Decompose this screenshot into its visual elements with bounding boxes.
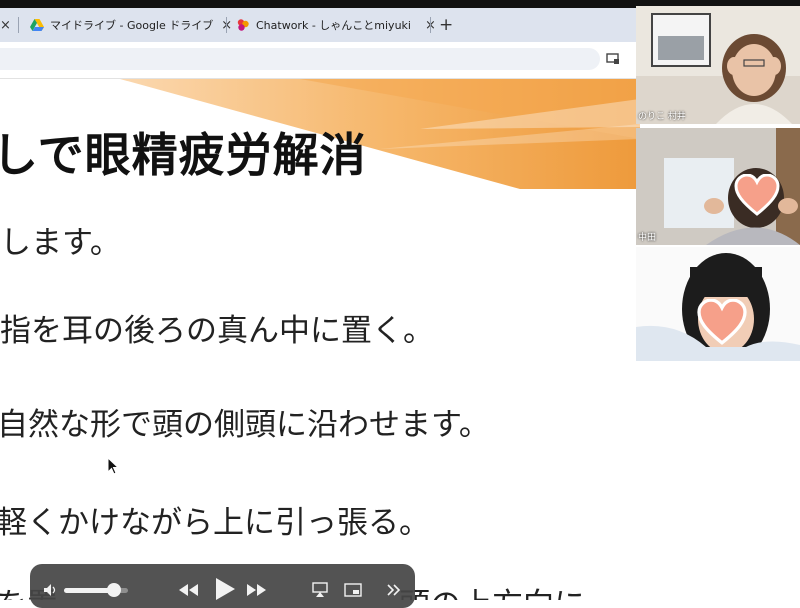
play-icon[interactable]: [214, 577, 236, 601]
browser-tab-bar: × マイドライブ - Google ドライブ × Chatwork - しゃんこ…: [0, 8, 640, 42]
pip-icon[interactable]: [344, 583, 362, 597]
heart-icon: [734, 174, 780, 216]
participant-video-1[interactable]: のりこ 村井: [636, 6, 800, 124]
tab-divider: [430, 17, 431, 33]
rewind-icon[interactable]: [178, 583, 200, 597]
close-icon[interactable]: ×: [0, 18, 11, 33]
volume-icon[interactable]: [43, 583, 59, 597]
mouse-cursor-icon: [107, 457, 119, 475]
new-tab-button[interactable]: +: [439, 16, 453, 34]
chatwork-icon: [237, 19, 249, 31]
tab-google-drive[interactable]: マイドライブ - Google ドライブ ×: [30, 8, 232, 42]
tab-divider: [18, 17, 19, 33]
tab-chatwork[interactable]: Chatwork - しゃんことmiyuki ×: [236, 8, 436, 42]
tab-divider: [226, 17, 227, 33]
participant-name: 中田: [638, 233, 657, 243]
volume-slider[interactable]: [64, 583, 128, 597]
volume-knob[interactable]: [106, 583, 121, 597]
participant-name: のりこ 村井: [638, 112, 686, 122]
url-field[interactable]: [0, 48, 600, 70]
google-drive-icon: [30, 19, 44, 31]
airplay-icon[interactable]: [312, 582, 328, 598]
tab-previous[interactable]: ×: [0, 8, 11, 42]
presentation-slide: しで眼精疲労解消 します。 指を耳の後ろの真ん中に置く。 自然な形で頭の側頭に沿…: [0, 79, 640, 600]
participant-video-3[interactable]: [636, 247, 800, 361]
heart-icon: [697, 299, 747, 345]
address-bar: [0, 42, 640, 79]
media-player-controls: [30, 564, 415, 608]
more-icon[interactable]: [386, 583, 402, 597]
video-frame: [636, 6, 800, 124]
slide-line-3: 自然な形で頭の側頭に沿わせます。: [0, 407, 490, 443]
slide-line-2: 指を耳の後ろの真ん中に置く。: [0, 313, 434, 349]
slide-title: しで眼精疲労解消: [0, 128, 367, 182]
cast-icon[interactable]: [606, 52, 620, 66]
fast-forward-icon[interactable]: [246, 583, 268, 597]
slide-line-1: します。: [0, 225, 121, 261]
slide-line-4: 軽くかけながら上に引っ張る。: [0, 505, 430, 541]
participant-video-2[interactable]: 中田: [636, 128, 800, 245]
